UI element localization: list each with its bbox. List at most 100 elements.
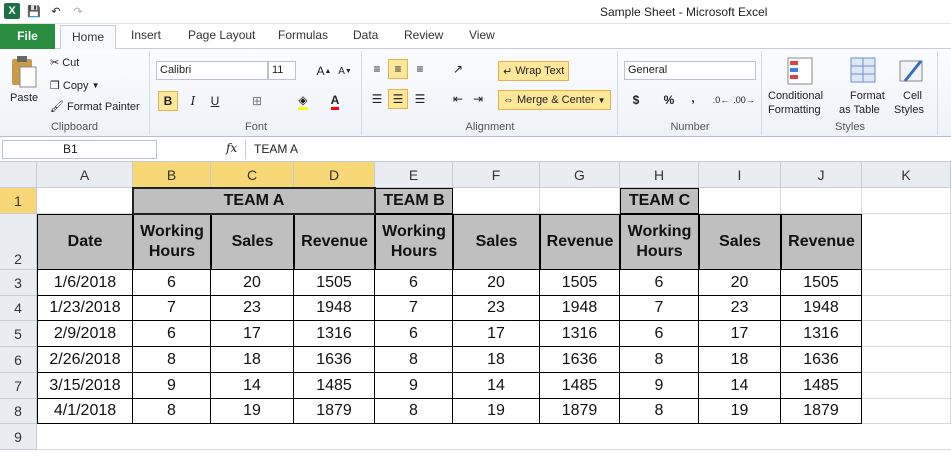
tab-home[interactable]: Home	[60, 25, 116, 50]
cell-working-hours-b-row-4[interactable]: 7	[375, 296, 453, 321]
cell-sales-a-row-4[interactable]: 23	[211, 296, 294, 321]
cell-sales-a-row-8[interactable]: 19	[211, 399, 294, 424]
cell-sales-a-row-6[interactable]: 18	[211, 347, 294, 373]
cell-revenue-a-row-4[interactable]: 1948	[294, 296, 375, 321]
cell-sales-c-row-6[interactable]: 18	[699, 347, 781, 373]
cell-k-row-4[interactable]	[862, 296, 951, 321]
header-working-hours-a[interactable]: Working Hours	[133, 214, 211, 270]
cell-j1[interactable]	[781, 188, 862, 214]
cell-k-row-5[interactable]	[862, 321, 951, 347]
cell-sales-b-row-8[interactable]: 19	[453, 399, 540, 424]
tab-file[interactable]: File	[0, 24, 55, 49]
cell-i1[interactable]	[699, 188, 781, 214]
cell-sales-c-row-8[interactable]: 19	[699, 399, 781, 424]
select-all-corner[interactable]	[0, 162, 37, 188]
cell-working-hours-c-row-8[interactable]: 8	[620, 399, 699, 424]
cut-button[interactable]: ✂ Cut	[50, 56, 79, 70]
row-header-6[interactable]: 6	[0, 347, 37, 373]
cell-styles-icon[interactable]	[897, 55, 929, 87]
header-sales-c[interactable]: Sales	[699, 214, 781, 270]
cell-revenue-c-row-3[interactable]: 1505	[781, 270, 862, 296]
cell-working-hours-b-row-5[interactable]: 6	[375, 321, 453, 347]
font-color-icon[interactable]: A	[325, 91, 345, 111]
as-table-label[interactable]: as Table	[839, 104, 880, 116]
header-sales-b[interactable]: Sales	[453, 214, 540, 270]
header-revenue-c[interactable]: Revenue	[781, 214, 862, 270]
wrap-text-button[interactable]: ↵ Wrap Text	[498, 61, 570, 81]
cell-working-hours-b-row-7[interactable]: 9	[375, 373, 453, 399]
header-revenue-b[interactable]: Revenue	[540, 214, 620, 270]
shrink-font-icon[interactable]: A ▼	[335, 61, 355, 81]
row-9-empty[interactable]	[37, 424, 951, 450]
paste-icon[interactable]	[8, 55, 40, 88]
cell-sales-a-row-5[interactable]: 17	[211, 321, 294, 347]
column-header-d[interactable]: D	[294, 162, 375, 188]
cell-k-row-7[interactable]	[862, 373, 951, 399]
tab-view[interactable]: View	[469, 28, 495, 42]
cell-sales-c-row-5[interactable]: 17	[699, 321, 781, 347]
comma-button[interactable]: ,	[683, 88, 703, 108]
tab-page-layout[interactable]: Page Layout	[188, 28, 255, 42]
align-middle-icon[interactable]: ≡	[388, 59, 408, 79]
redo-icon[interactable]: ↷	[70, 3, 86, 19]
row-header-3[interactable]: 3	[0, 270, 37, 296]
cell-sales-b-row-6[interactable]: 18	[453, 347, 540, 373]
cell-label[interactable]: Cell	[903, 90, 922, 102]
cell-date-row-8[interactable]: 4/1/2018	[37, 399, 133, 424]
cell-k-row-6[interactable]	[862, 347, 951, 373]
italic-button[interactable]: I	[183, 91, 203, 111]
cell-team-a[interactable]: TEAM A	[133, 188, 375, 214]
name-box[interactable]: B1	[2, 140, 157, 159]
cell-date-row-3[interactable]: 1/6/2018	[37, 270, 133, 296]
column-header-h[interactable]: H	[620, 162, 699, 188]
align-bottom-icon[interactable]: ≡	[410, 59, 430, 79]
row-header-8[interactable]: 8	[0, 399, 37, 424]
cell-sales-b-row-5[interactable]: 17	[453, 321, 540, 347]
font-size-select[interactable]: 11	[268, 61, 296, 80]
cell-sales-c-row-4[interactable]: 23	[699, 296, 781, 321]
tab-data[interactable]: Data	[353, 28, 378, 42]
cell-working-hours-a-row-3[interactable]: 6	[133, 270, 211, 296]
cell-k-row-3[interactable]	[862, 270, 951, 296]
header-sales-a[interactable]: Sales	[211, 214, 294, 270]
cell-sales-a-row-3[interactable]: 20	[211, 270, 294, 296]
cell-g1[interactable]	[540, 188, 620, 214]
cell-revenue-a-row-3[interactable]: 1505	[294, 270, 375, 296]
cell-sales-c-row-3[interactable]: 20	[699, 270, 781, 296]
cell-team-b[interactable]: TEAM B	[375, 188, 453, 214]
cell-revenue-a-row-6[interactable]: 1636	[294, 347, 375, 373]
conditional-formatting-label-2[interactable]: Formatting	[768, 104, 821, 116]
undo-icon[interactable]: ↶	[48, 3, 64, 19]
save-icon[interactable]: 💾	[26, 3, 42, 19]
column-header-f[interactable]: F	[453, 162, 540, 188]
row-header-5[interactable]: 5	[0, 321, 37, 347]
cell-working-hours-a-row-4[interactable]: 7	[133, 296, 211, 321]
conditional-formatting-label[interactable]: Conditional	[768, 90, 823, 102]
cell-sales-a-row-7[interactable]: 14	[211, 373, 294, 399]
align-right-icon[interactable]: ☰	[410, 89, 430, 109]
cell-revenue-c-row-7[interactable]: 1485	[781, 373, 862, 399]
cell-k-row-8[interactable]	[862, 399, 951, 424]
cell-team-c[interactable]: TEAM C	[620, 188, 699, 214]
decrease-decimal-icon[interactable]: .00→	[733, 90, 755, 110]
cell-revenue-b-row-4[interactable]: 1948	[540, 296, 620, 321]
column-header-g[interactable]: G	[540, 162, 620, 188]
orientation-icon[interactable]: ↗	[448, 59, 468, 79]
column-header-b[interactable]: B	[133, 162, 211, 188]
borders-icon[interactable]: ⊞	[247, 91, 267, 111]
align-top-icon[interactable]: ≡	[367, 59, 387, 79]
cell-sales-b-row-7[interactable]: 14	[453, 373, 540, 399]
number-format-select[interactable]: General	[624, 61, 756, 80]
row-header-7[interactable]: 7	[0, 373, 37, 399]
header-working-hours-c[interactable]: Working Hours	[620, 214, 699, 270]
bold-button[interactable]: B	[158, 91, 178, 111]
decrease-indent-icon[interactable]: ⇤	[448, 89, 468, 109]
cell-sales-b-row-3[interactable]: 20	[453, 270, 540, 296]
align-left-icon[interactable]: ☰	[367, 89, 387, 109]
cell-date-row-7[interactable]: 3/15/2018	[37, 373, 133, 399]
grow-font-icon[interactable]: A ▲	[314, 61, 334, 81]
tab-insert[interactable]: Insert	[131, 28, 161, 42]
row-header-9[interactable]: 9	[0, 424, 37, 450]
cell-date-row-6[interactable]: 2/26/2018	[37, 347, 133, 373]
cell-date-row-4[interactable]: 1/23/2018	[37, 296, 133, 321]
